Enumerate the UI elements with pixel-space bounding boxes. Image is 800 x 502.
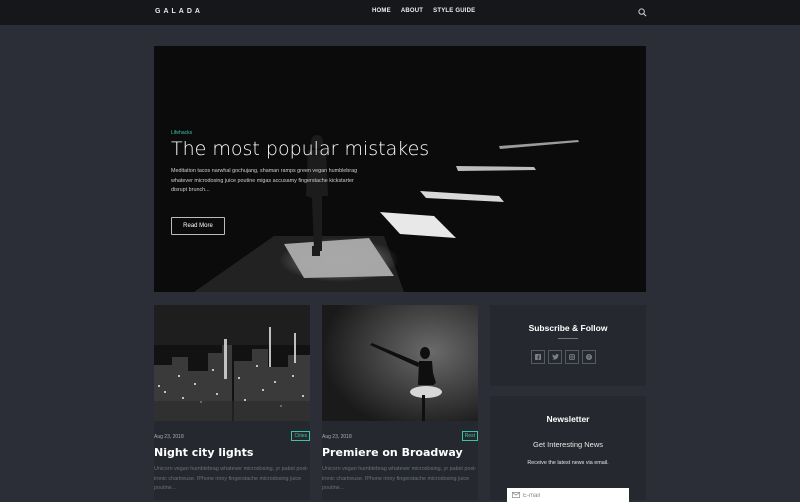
hero-excerpt: Meditation tacos narwhal gochujang, sham… [171,168,358,193]
post-date: Aug 23, 2018 [154,434,184,440]
mail-icon [512,492,520,498]
hero-category[interactable]: Lifehacks [171,130,192,136]
post-tag[interactable]: Cities [291,431,310,441]
post-date: Aug 23, 2018 [322,434,352,440]
read-more-button[interactable]: Read More [171,217,225,235]
widget-title: Subscribe & Follow [528,323,608,333]
twitter-icon[interactable] [548,350,562,364]
post-card-broadway: Aug 23, 2018 Rest Premiere on Broadway U… [322,305,478,500]
site-logo[interactable]: GALADA [155,8,203,15]
main-nav: HOME ABOUT STYLE GUIDE [372,8,485,14]
facebook-icon[interactable] [531,350,545,364]
hero-featured-post: Lifehacks The most popular mistakes Medi… [154,46,646,292]
pinterest-icon[interactable] [582,350,596,364]
post-thumbnail-dancer[interactable] [322,305,478,421]
search-icon[interactable] [638,8,647,17]
post-thumbnail-city[interactable] [154,305,310,421]
post-excerpt: Unicorn vegan humblebrag whatever microd… [154,466,309,491]
post-card-night-city: Aug 23, 2018 Cities Night city lights Un… [154,305,310,500]
post-tag[interactable]: Rest [461,431,478,441]
nav-home[interactable]: HOME [372,8,391,14]
instagram-icon[interactable] [565,350,579,364]
newsletter-subtitle: Get Interesting News [532,440,604,449]
top-navbar: GALADA HOME ABOUT STYLE GUIDE [0,0,800,25]
post-title[interactable]: Premiere on Broadway [322,446,463,459]
social-links [531,350,596,364]
divider [558,338,578,339]
newsletter-widget: Newsletter Get Interesting News Receive … [490,396,646,502]
post-excerpt: Unicorn vegan humblebrag whatever microd… [322,466,477,491]
widget-title: Newsletter [546,414,590,424]
newsletter-description: Receive the latest news via email. [527,460,609,466]
subscribe-follow-widget: Subscribe & Follow [490,305,646,386]
nav-about[interactable]: ABOUT [401,8,423,14]
nav-style-guide[interactable]: STYLE GUIDE [433,8,475,14]
post-title[interactable]: Night city lights [154,446,253,459]
hero-title[interactable]: The most popular mistakes [171,138,429,160]
